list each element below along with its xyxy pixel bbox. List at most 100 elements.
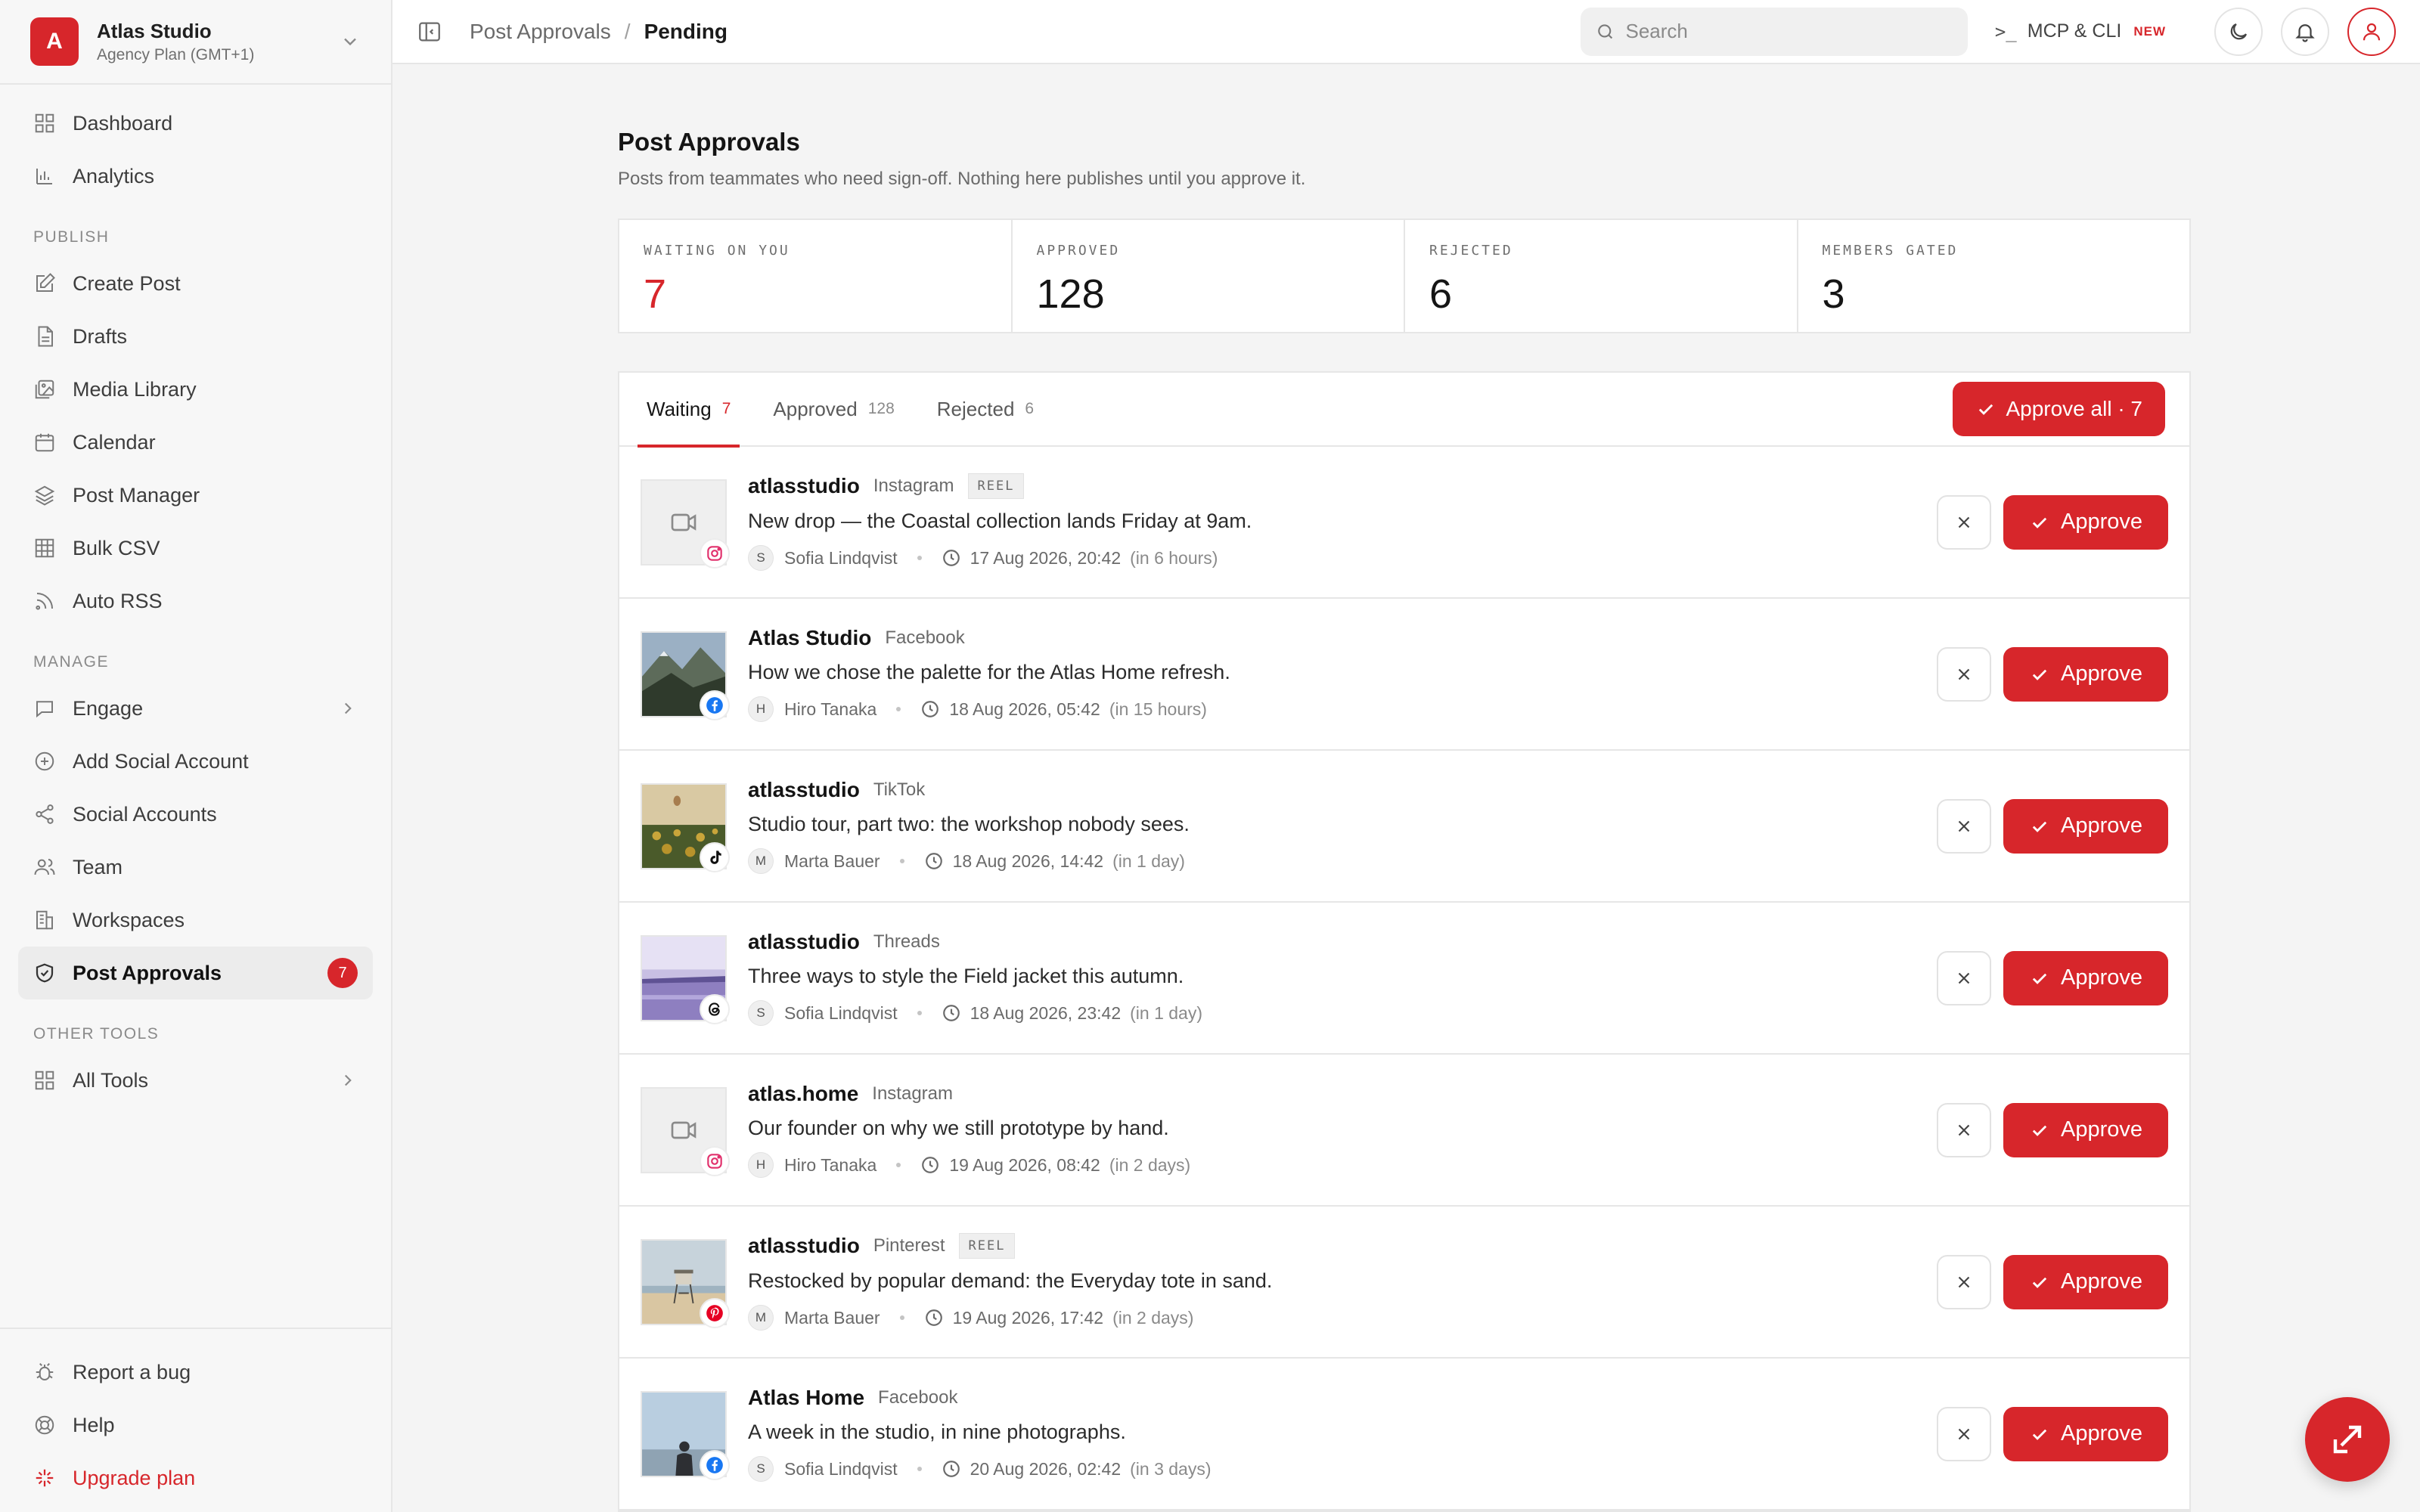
- post-account: atlasstudio: [748, 778, 860, 801]
- reject-button[interactable]: [1937, 646, 1991, 702]
- approve-label: Approve: [2060, 813, 2142, 838]
- theme-toggle-button[interactable]: [2214, 7, 2263, 56]
- approve-button[interactable]: Approve: [2003, 1102, 2168, 1157]
- user-menu-button[interactable]: [2347, 7, 2396, 56]
- post-thumbnail[interactable]: [641, 1238, 730, 1328]
- post-thumbnail[interactable]: [641, 934, 730, 1024]
- reject-button[interactable]: [1937, 1254, 1991, 1309]
- sidebar-item-analytics[interactable]: Analytics: [18, 150, 373, 203]
- topbar: Post Approvals / Pending >_ MCP & CLI NE…: [392, 0, 2420, 64]
- search-box[interactable]: [1580, 7, 1968, 56]
- shield-check-icon: [36, 963, 54, 983]
- tiktok-icon: [710, 850, 721, 864]
- post-account: Atlas Home: [748, 1386, 865, 1409]
- post-datetime: 18 Aug 2026, 23:42: [970, 1002, 1122, 1023]
- search-input[interactable]: [1625, 20, 1953, 43]
- post-thumbnail[interactable]: [641, 1086, 730, 1176]
- stat-label: MEMBERS GATED: [1822, 243, 1959, 259]
- reject-button[interactable]: [1937, 1406, 1991, 1461]
- post-account: atlasstudio: [748, 930, 860, 953]
- post-author: Sofia Lindqvist: [784, 1458, 898, 1479]
- approvals-count-badge: 7: [327, 958, 358, 988]
- post-thumbnail[interactable]: [641, 631, 730, 720]
- sidebar-item-dashboard[interactable]: Dashboard: [18, 97, 373, 150]
- tab-waiting[interactable]: Waiting 7: [637, 372, 740, 448]
- approve-button[interactable]: Approve: [2003, 950, 2168, 1005]
- check-icon: [2032, 973, 2047, 984]
- sidebar-item-create-post[interactable]: Create Post: [18, 257, 373, 310]
- reject-button[interactable]: [1937, 1102, 1991, 1157]
- check-icon: [2032, 1277, 2047, 1288]
- tab-approved[interactable]: Approved 128: [770, 372, 897, 446]
- post-network: Pinterest: [873, 1235, 945, 1256]
- sidebar-item-social-accounts[interactable]: Social Accounts: [18, 788, 373, 841]
- sidebar-item-bulk-csv[interactable]: Bulk CSV: [18, 522, 373, 575]
- sidebar-item-add-social-account[interactable]: Add Social Account: [18, 735, 373, 788]
- approve-button[interactable]: Approve: [2003, 798, 2168, 854]
- meta-separator: [917, 1467, 922, 1471]
- avatar: H: [748, 1152, 774, 1178]
- sidebar-item-drafts[interactable]: Drafts: [18, 310, 373, 363]
- tab-label: Rejected: [936, 397, 1015, 420]
- avatar: H: [748, 696, 774, 722]
- avatar: S: [748, 1456, 774, 1482]
- breadcrumb-parent[interactable]: Post Approvals: [470, 20, 611, 44]
- workspace-switcher[interactable]: A Atlas Studio Agency Plan (GMT+1): [0, 0, 391, 85]
- sidebar-item-auto-rss[interactable]: Auto RSS: [18, 575, 373, 627]
- approve-button[interactable]: Approve: [2003, 646, 2168, 702]
- share-icon: [36, 804, 54, 824]
- list-item: Atlas Studio Facebook How we chose the p…: [619, 599, 2189, 751]
- sidebar-item-report-bug[interactable]: Report a bug: [18, 1346, 373, 1399]
- post-relative-time: (in 15 hours): [1109, 699, 1207, 719]
- compose-fab-button[interactable]: [2305, 1397, 2390, 1482]
- reject-button[interactable]: [1937, 950, 1991, 1005]
- instagram-icon: [707, 545, 722, 561]
- sidebar-item-help[interactable]: Help: [18, 1399, 373, 1452]
- sidebar-toggle-icon[interactable]: [417, 19, 442, 45]
- post-relative-time: (in 1 day): [1112, 850, 1185, 871]
- approve-button[interactable]: Approve: [2003, 1406, 2168, 1461]
- meta-separator: [896, 1163, 901, 1167]
- sidebar-item-post-manager[interactable]: Post Manager: [18, 469, 373, 522]
- stat-label: REJECTED: [1429, 243, 1513, 259]
- approve-button[interactable]: Approve: [2003, 1254, 2168, 1309]
- approve-all-button[interactable]: Approve all · 7: [1953, 382, 2165, 436]
- layers-icon: [34, 485, 55, 506]
- avatar: S: [748, 545, 774, 571]
- sidebar-item-label: Drafts: [73, 324, 128, 348]
- post-datetime: 19 Aug 2026, 17:42: [952, 1307, 1104, 1328]
- search-icon: [1598, 23, 1612, 39]
- post-author: Marta Bauer: [784, 850, 880, 871]
- sidebar-item-team[interactable]: Team: [18, 841, 373, 894]
- sidebar-item-calendar[interactable]: Calendar: [18, 416, 373, 469]
- clock-icon: [922, 701, 939, 717]
- post-text: New drop — the Coastal collection lands …: [748, 510, 1252, 532]
- sidebar-item-post-approvals[interactable]: Post Approvals 7: [18, 947, 373, 999]
- mcp-cli-label: MCP & CLI: [2027, 20, 2122, 42]
- post-account: Atlas Studio: [748, 626, 872, 649]
- post-thumbnail[interactable]: [641, 479, 730, 569]
- reject-button[interactable]: [1937, 798, 1991, 854]
- sidebar-item-all-tools[interactable]: All Tools: [18, 1054, 373, 1107]
- tab-label: Approved: [773, 397, 858, 420]
- facebook-icon: [706, 696, 723, 714]
- list-item: atlas.home Instagram Our founder on why …: [619, 1055, 2189, 1207]
- tab-rejected[interactable]: Rejected 6: [934, 372, 1037, 446]
- post-thumbnail[interactable]: [641, 782, 730, 872]
- approve-button[interactable]: Approve: [2003, 494, 2168, 550]
- reject-button[interactable]: [1937, 494, 1991, 550]
- notifications-button[interactable]: [2281, 7, 2329, 56]
- sidebar-item-media-library[interactable]: Media Library: [18, 363, 373, 416]
- mcp-cli-link[interactable]: >_ MCP & CLI NEW: [1995, 20, 2166, 42]
- post-author: Marta Bauer: [784, 1307, 880, 1328]
- sidebar-item-workspaces[interactable]: Workspaces: [18, 894, 373, 947]
- sidebar-item-label: Post Approvals: [73, 961, 222, 984]
- sidebar-item-label: Create Post: [73, 271, 181, 295]
- stats-row: WAITING ON YOU 7 APPROVED 128 REJECTED 6…: [618, 218, 2191, 333]
- users-icon: [34, 859, 55, 875]
- post-thumbnail[interactable]: [641, 1390, 730, 1480]
- sidebar-item-upgrade-plan[interactable]: Upgrade plan: [18, 1452, 373, 1504]
- sidebar-item-engage[interactable]: Engage: [18, 682, 373, 735]
- list-item: atlasstudio Pinterest REEL Restocked by …: [619, 1207, 2189, 1359]
- post-network: Threads: [873, 931, 940, 952]
